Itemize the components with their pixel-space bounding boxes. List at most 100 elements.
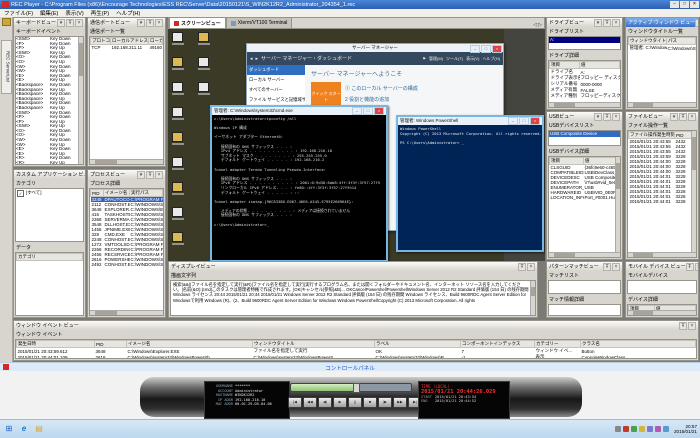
col-path[interactable]: 実行パス <box>130 190 163 197</box>
usb-device-item[interactable]: USB Composite Device <box>549 131 620 137</box>
category-list[interactable]: ✓ [すべて] <box>15 188 84 242</box>
close-icon[interactable]: × <box>612 19 620 27</box>
menu-view[interactable]: 表示(V) <box>65 9 83 17</box>
pattern-match-titlebar[interactable]: パターンマッチビュー Ŧ× <box>547 262 622 271</box>
desktop-icon[interactable] <box>196 82 211 96</box>
transport-button[interactable]: ▶▶ <box>393 397 407 408</box>
scrollbar[interactable] <box>90 159 163 164</box>
tray-icon[interactable] <box>655 426 661 432</box>
mobile-device-list[interactable] <box>627 280 697 294</box>
nav-item[interactable]: すべてのサーバー <box>247 85 305 95</box>
pin-icon[interactable]: Ŧ <box>518 263 526 271</box>
flag-icon[interactable]: ⚑ <box>422 56 426 62</box>
col-image[interactable]: イメージ名 <box>127 341 253 348</box>
col-item[interactable]: 項目 <box>550 62 580 69</box>
maximize-button[interactable]: □ <box>363 107 373 115</box>
scrollbar[interactable] <box>628 252 696 257</box>
maximize-button[interactable]: □ <box>481 45 491 53</box>
usb-detail-row[interactable]: LOCATION_INFORMA...Port_#0001.Hub... <box>550 195 616 200</box>
close-icon[interactable]: × <box>155 171 163 179</box>
col-path[interactable]: パス <box>667 38 696 45</box>
desktop-icon[interactable] <box>170 207 185 221</box>
desktop-icon[interactable] <box>196 32 211 46</box>
drive-list[interactable]: A: <box>548 36 621 50</box>
col-class[interactable]: クラス名 <box>581 341 696 348</box>
col-pid[interactable]: PID <box>91 190 104 197</box>
drive-list-item[interactable]: A: <box>549 37 620 43</box>
close-icon[interactable]: × <box>75 19 83 27</box>
pin-icon[interactable]: Ŧ <box>679 113 687 121</box>
close-button[interactable]: × <box>530 117 540 125</box>
nav-item[interactable]: ローカル サーバー <box>247 75 305 85</box>
desktop-icon[interactable] <box>170 82 185 96</box>
forward-icon[interactable]: ▸ <box>256 56 259 62</box>
col-value[interactable]: 値 <box>580 62 620 69</box>
drive-detail-row[interactable]: メディア種別フロッピーディスク <box>550 93 620 99</box>
minimize-button[interactable]: – <box>352 107 362 115</box>
drive-view-titlebar[interactable]: ドライブビュー ▾Ŧ× <box>547 18 622 27</box>
scrollbar[interactable] <box>549 252 620 257</box>
tray-clock[interactable]: 20:57 2015/01/21 <box>671 424 697 434</box>
col-local-address[interactable]: ローカルアドレス <box>111 38 149 45</box>
dropdown-icon[interactable]: ▾ <box>695 19 698 27</box>
tray-icon[interactable] <box>647 426 653 432</box>
scrollbar[interactable] <box>549 102 620 107</box>
close-button[interactable]: × <box>374 107 384 115</box>
transport-button[interactable]: ◀◀ <box>303 397 317 408</box>
col-protocol[interactable]: プロトコル <box>91 38 111 45</box>
ie-icon[interactable]: e <box>18 423 30 435</box>
col-window-title[interactable]: ウィンドウタイトル <box>629 38 667 45</box>
quickstart-item-1[interactable]: ① このローカル サーバーの構成 <box>345 85 418 92</box>
tab-xterm-terminal[interactable]: Xterm/VT100 Terminal <box>226 17 293 28</box>
server-manager-titlebar[interactable]: サーバー マネージャー – □ × <box>247 44 503 52</box>
cmd-titlebar[interactable]: 管理者: C:\Windows\system32\cmd.exe – □ × <box>212 107 386 115</box>
process-view-titlebar[interactable]: プロセスビュー ▾Ŧ× <box>88 170 165 179</box>
scrollbar[interactable] <box>530 281 535 315</box>
transport-button[interactable]: ▶ <box>333 397 347 408</box>
desktop-icon[interactable] <box>170 32 185 46</box>
transport-button[interactable]: |◀ <box>288 397 302 408</box>
dropdown-icon[interactable]: ▾ <box>137 19 145 27</box>
keyboard-view-titlebar[interactable]: キーボードビュー ▾Ŧ× <box>14 18 85 27</box>
maximize-button[interactable]: □ <box>680 1 689 8</box>
menu-file[interactable]: ファイル(F) <box>4 9 33 17</box>
back-icon[interactable]: ◂ <box>250 56 253 62</box>
minimize-button[interactable]: – <box>508 117 518 125</box>
tab-scroll-left-icon[interactable]: ◁ <box>533 22 537 28</box>
tray-icon[interactable] <box>639 426 645 432</box>
close-icon[interactable]: × <box>688 113 696 121</box>
desktop-icon[interactable] <box>170 57 185 71</box>
col-window-title[interactable]: ウィンドウタイトル <box>253 341 375 348</box>
file-op-row[interactable]: 2015/01/21 20:44:013228 <box>629 199 692 204</box>
close-button[interactable]: × <box>690 1 699 8</box>
rec-player-icon[interactable] <box>3 364 9 370</box>
pin-icon[interactable]: Ŧ <box>66 19 74 27</box>
dropdown-icon[interactable]: ▾ <box>594 19 602 27</box>
col-pid[interactable]: PID <box>675 132 692 139</box>
scrollbar[interactable] <box>628 102 696 107</box>
custom-data-table[interactable]: カテゴリ <box>15 252 84 316</box>
transport-button[interactable]: ◀| <box>318 397 332 408</box>
tray-icon[interactable] <box>663 426 669 432</box>
tray-icon[interactable] <box>615 426 621 432</box>
col-image[interactable]: イメージ名 <box>104 190 130 197</box>
scrollbar[interactable] <box>78 37 83 164</box>
scrollbar[interactable] <box>90 310 163 315</box>
col-local-port[interactable]: ローカル <box>149 38 163 45</box>
menu-help[interactable]: ヘルプ(H) <box>116 9 140 17</box>
maximize-button[interactable]: □ <box>519 117 529 125</box>
match-detail-box[interactable] <box>548 304 621 316</box>
close-icon[interactable]: × <box>527 263 535 271</box>
menu-edit[interactable]: 編集(E) <box>40 9 58 17</box>
close-icon[interactable]: × <box>688 322 696 330</box>
sm-menu-manage[interactable]: 管理(M) <box>429 56 443 62</box>
screen-view[interactable]: サーバー マネージャー – □ × ◂ ▸ サーバー マネージャー・ダッシュボー… <box>168 29 545 261</box>
desktop-icon[interactable] <box>170 132 185 146</box>
display-text-box[interactable]: 検索(&&)|ファイル名を指定して実行(&R)|ファイル名を指定して実行|実行す… <box>170 280 536 316</box>
col-category[interactable]: カテゴリー <box>535 341 581 348</box>
desktop-icon[interactable] <box>196 57 211 71</box>
keyboard-event-list[interactable]: <Shift>Key Down<P>Key Down<P>Key Up<Shif… <box>15 36 84 165</box>
desktop-icon[interactable] <box>170 232 185 246</box>
col-item[interactable]: 項目 <box>550 158 584 165</box>
toolbar-icon[interactable] <box>2 18 11 26</box>
